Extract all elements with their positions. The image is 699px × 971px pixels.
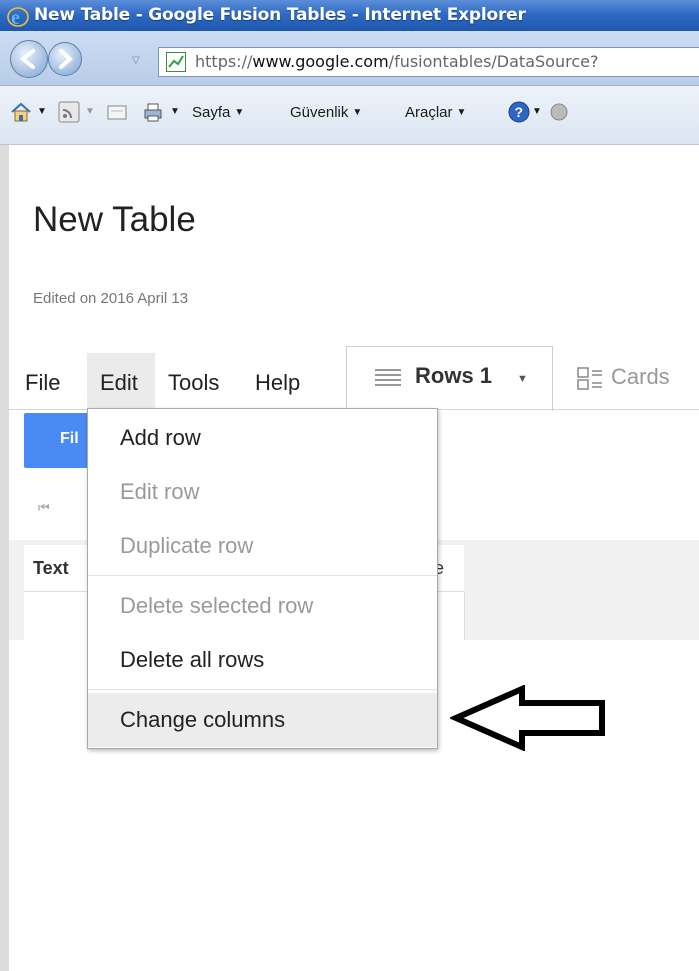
- edited-date: Edited on 2016 April 13: [33, 290, 189, 307]
- left-scroll-strip: [0, 145, 9, 971]
- back-button[interactable]: [10, 40, 48, 78]
- command-bar: ▼ ▼ ▼ Sayfa ▼ Güvenlik ▼ Araçlar ▼ ? ▼: [0, 86, 699, 145]
- menu-item-edit-row: Edit row: [88, 465, 437, 519]
- window-title-bar: e New Table - Google Fusion Tables - Int…: [0, 0, 699, 31]
- window-title: New Table - Google Fusion Tables - Inter…: [34, 5, 526, 25]
- help-dropdown-icon[interactable]: ▼: [532, 106, 542, 117]
- menu-separator: [88, 689, 437, 690]
- feeds-icon[interactable]: [58, 101, 80, 123]
- filter-button[interactable]: Fil: [24, 413, 96, 468]
- menu-item-change-columns[interactable]: Change columns: [88, 693, 437, 747]
- page-menu[interactable]: Sayfa ▼: [192, 104, 244, 121]
- address-bar: ▽ https://www.google.com/fusiontables/Da…: [0, 31, 699, 86]
- tools-menu[interactable]: Araçlar ▼: [405, 104, 466, 121]
- menu-edit[interactable]: Edit: [100, 370, 138, 396]
- chevron-down-icon[interactable]: ▼: [517, 373, 528, 385]
- rows-list-icon: [375, 369, 401, 386]
- page-menu-label: Sayfa: [192, 104, 231, 121]
- column-header-text[interactable]: Text: [33, 558, 69, 579]
- forward-button[interactable]: [48, 42, 82, 76]
- internet-explorer-icon: e: [7, 7, 29, 28]
- url-domain: www.google.com: [252, 52, 389, 71]
- svg-text:?: ?: [515, 104, 524, 120]
- menu-separator: [88, 575, 437, 576]
- annotation-arrow-icon: [450, 685, 605, 751]
- tab-cards[interactable]: Cards: [551, 355, 699, 410]
- forward-arrow-icon: [59, 49, 74, 69]
- mail-icon[interactable]: [106, 101, 128, 123]
- menu-item-delete-selected-row: Delete selected row: [88, 579, 437, 633]
- print-icon[interactable]: [142, 101, 164, 123]
- security-menu-label: Güvenlik: [290, 104, 349, 121]
- help-icon[interactable]: ?: [508, 101, 530, 123]
- recent-pages-dropdown-icon[interactable]: ▽: [132, 55, 140, 66]
- tab-rows[interactable]: Rows 1 ▼: [346, 346, 553, 411]
- cards-icon: [577, 367, 602, 390]
- menu-item-duplicate-row: Duplicate row: [88, 519, 437, 573]
- menu-file[interactable]: File: [25, 370, 60, 396]
- filter-button-label: Fil: [60, 430, 79, 447]
- tab-rows-label: Rows 1: [415, 363, 493, 388]
- menu-item-label: Duplicate row: [120, 533, 254, 558]
- url-path: /fusiontables/DataSource?: [388, 52, 599, 71]
- home-dropdown-icon[interactable]: ▼: [37, 106, 47, 117]
- security-menu[interactable]: Güvenlik ▼: [290, 104, 362, 121]
- menu-help[interactable]: Help: [255, 370, 300, 396]
- feeds-dropdown-icon[interactable]: ▼: [85, 106, 95, 117]
- url-text[interactable]: https://www.google.com/fusiontables/Data…: [195, 52, 598, 71]
- menu-item-label: Delete selected row: [120, 593, 314, 618]
- menu-item-label: Delete all rows: [120, 647, 265, 672]
- page-title: New Table: [33, 200, 196, 239]
- svg-text:e: e: [11, 7, 20, 28]
- site-favicon-icon: [166, 52, 186, 72]
- menu-item-label: Edit row: [120, 479, 200, 504]
- url-scheme: https://: [195, 52, 253, 71]
- menu-item-add-row[interactable]: Add row: [88, 411, 437, 465]
- menu-tools[interactable]: Tools: [168, 370, 219, 396]
- edit-menu-dropdown: Add row Edit row Duplicate row Delete se…: [87, 408, 438, 749]
- tab-cards-label: Cards: [611, 364, 670, 389]
- home-icon[interactable]: [10, 101, 32, 123]
- back-arrow-icon: [19, 49, 35, 69]
- menu-item-label: Add row: [120, 425, 201, 450]
- address-field[interactable]: https://www.google.com/fusiontables/Data…: [158, 47, 699, 77]
- first-page-icon[interactable]: ⏮: [38, 500, 50, 516]
- print-dropdown-icon[interactable]: ▼: [170, 106, 180, 117]
- menu-item-label: Change columns: [120, 707, 286, 732]
- tools-menu-label: Araçlar: [405, 104, 453, 121]
- research-icon[interactable]: [548, 101, 570, 123]
- menu-item-delete-all-rows[interactable]: Delete all rows: [88, 633, 437, 687]
